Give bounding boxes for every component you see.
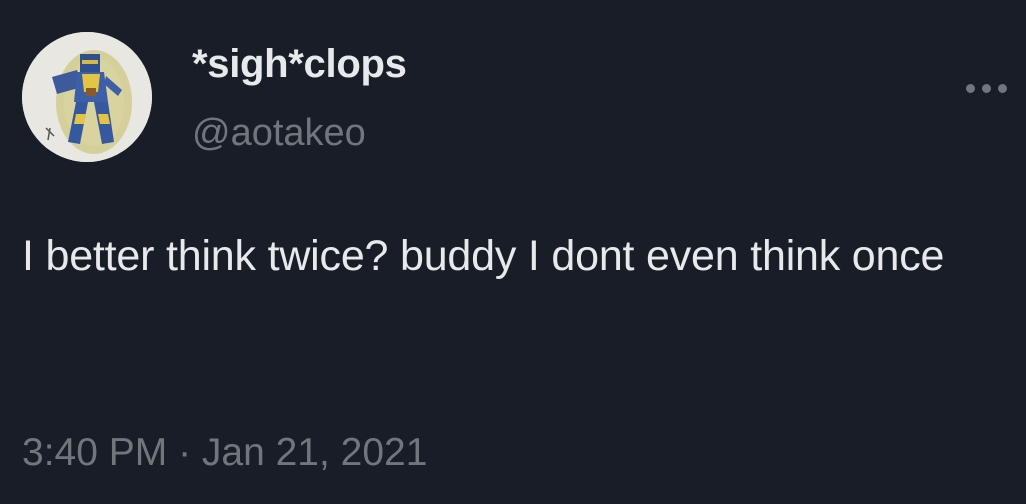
avatar-drawing-icon	[22, 32, 152, 162]
more-horizontal-icon	[965, 83, 975, 93]
author-handle[interactable]: @aotakeo	[192, 110, 366, 156]
author-display-name[interactable]: *sigh*clops	[192, 40, 407, 88]
tweet-timestamp[interactable]: 3:40 PM · Jan 21, 2021	[22, 430, 427, 476]
more-horizontal-icon-dot	[981, 83, 991, 93]
avatar[interactable]	[22, 32, 152, 162]
tweet-card: *sigh*clops @aotakeo I better think twic…	[0, 0, 1026, 504]
more-options-button[interactable]	[956, 66, 1016, 110]
tweet-text: I better think twice? buddy I dont even …	[22, 232, 945, 280]
more-horizontal-icon-dot	[997, 83, 1007, 93]
